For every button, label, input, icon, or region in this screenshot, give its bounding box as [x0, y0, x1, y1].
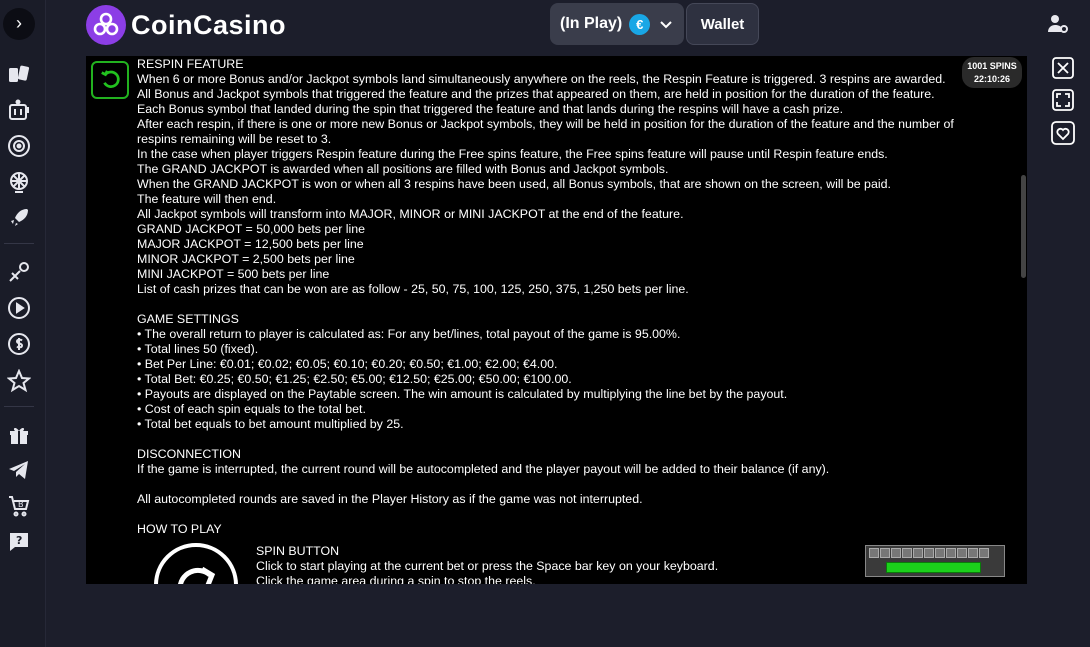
- text-line: All Bonus and Jackpot symbols that trigg…: [137, 87, 935, 101]
- back-arrow-icon[interactable]: [91, 61, 129, 99]
- fullscreen-icon[interactable]: [1050, 87, 1076, 113]
- text-line: • Total bet equals to bet amount multipl…: [137, 417, 404, 431]
- wallet-button[interactable]: Wallet: [686, 3, 759, 45]
- text-line: MINI JACKPOT = 500 bets per line: [137, 267, 330, 281]
- text-line: After each respin, if there is one or mo…: [137, 117, 954, 146]
- text-line: GRAND JACKPOT = 50,000 bets per line: [137, 222, 366, 236]
- text-line: If the game is interrupted, the current …: [137, 462, 830, 476]
- text-line: • Total Bet: €0.25; €0.50; €1.25; €2.50;…: [137, 372, 572, 386]
- star-icon[interactable]: [6, 368, 32, 394]
- balance-dropdown[interactable]: (In Play) €: [550, 3, 684, 45]
- support-chat-icon[interactable]: ?: [6, 529, 32, 555]
- text-line: List of cash prizes that can be won are …: [137, 282, 689, 296]
- close-icon[interactable]: [1050, 55, 1076, 81]
- dollar-coin-icon[interactable]: [6, 331, 32, 357]
- logo-text: CoinCasino: [131, 9, 287, 40]
- text-line: • Bet Per Line: €0.01; €0.02; €0.05; €0.…: [137, 357, 558, 371]
- sidebar-divider: [4, 406, 34, 407]
- sidebar: › B ?: [0, 0, 46, 647]
- section-heading: RESPIN FEATURE: [137, 57, 244, 71]
- top-bar: CoinCasino (In Play) € Wallet: [46, 0, 1090, 56]
- sports-icon[interactable]: [6, 259, 32, 285]
- text-line: MINOR JACKPOT = 2,500 bets per line: [137, 252, 355, 266]
- text-line: Each Bonus symbol that landed during the…: [137, 102, 844, 116]
- text-line: • Payouts are displayed on the Paytable …: [137, 387, 788, 401]
- scrollbar-thumb[interactable]: [1021, 175, 1026, 278]
- text-line: • Total lines 50 (fixed).: [137, 342, 259, 356]
- collapse-chevron-icon[interactable]: ›: [3, 8, 35, 40]
- slot-machine-icon[interactable]: [6, 98, 32, 124]
- text-line: When 6 or more Bonus and/or Jackpot symb…: [137, 72, 946, 86]
- text-line: When the GRAND JACKPOT is won or when al…: [137, 177, 891, 191]
- bitcoin-cart-icon[interactable]: B: [6, 493, 32, 519]
- text-line: MAJOR JACKPOT = 12,500 bets per line: [137, 237, 364, 251]
- text-line: • The overall return to player is calcul…: [137, 327, 681, 341]
- sidebar-divider: [4, 243, 34, 244]
- text-line: All Jackpot symbols will transform into …: [137, 207, 684, 221]
- section-heading: HOW TO PLAY: [137, 522, 222, 536]
- cards-icon[interactable]: [6, 62, 32, 88]
- play-icon[interactable]: [6, 295, 32, 321]
- favorite-heart-icon[interactable]: [1050, 120, 1076, 146]
- roulette-icon[interactable]: [6, 133, 32, 159]
- text-line: Click to start playing at the current be…: [256, 559, 719, 573]
- svg-text:?: ?: [16, 534, 22, 547]
- text-line: The GRAND JACKPOT is awarded when all po…: [137, 162, 669, 176]
- section-heading: GAME SETTINGS: [137, 312, 239, 326]
- rocket-icon[interactable]: [6, 205, 32, 231]
- text-line: All autocompleted rounds are saved in th…: [137, 492, 643, 506]
- spin-button-icon: [154, 543, 238, 584]
- spin-button-title: SPIN BUTTON: [256, 544, 340, 558]
- text-line: The feature will then end.: [137, 192, 277, 206]
- user-settings-icon[interactable]: [1046, 12, 1070, 36]
- chevron-down-icon: [660, 17, 672, 32]
- telegram-icon[interactable]: [6, 457, 32, 483]
- section-heading: DISCONNECTION: [137, 447, 241, 461]
- euro-currency-icon: €: [629, 13, 651, 35]
- text-line: • Cost of each spin equals to the total …: [137, 402, 366, 416]
- paytable-text: RESPIN FEATURE When 6 or more Bonus and/…: [137, 57, 987, 537]
- inplay-label: (In Play): [560, 15, 623, 32]
- logo[interactable]: CoinCasino: [86, 5, 286, 45]
- game-frame[interactable]: 1001 SPINS 22:10:26 RESPIN FEATURE When …: [86, 56, 1027, 584]
- live-wheel-icon[interactable]: [6, 169, 32, 195]
- spin-button-description: SPIN BUTTON Click to start playing at th…: [256, 544, 856, 584]
- text-line: In the case when player triggers Respin …: [137, 147, 888, 161]
- gift-icon[interactable]: [6, 421, 32, 447]
- text-line: Click the game area during a spin to sto…: [256, 574, 536, 584]
- svg-text:B: B: [18, 500, 24, 509]
- keyboard-spacebar-icon: [865, 545, 1005, 577]
- logo-mark-icon: [86, 5, 126, 45]
